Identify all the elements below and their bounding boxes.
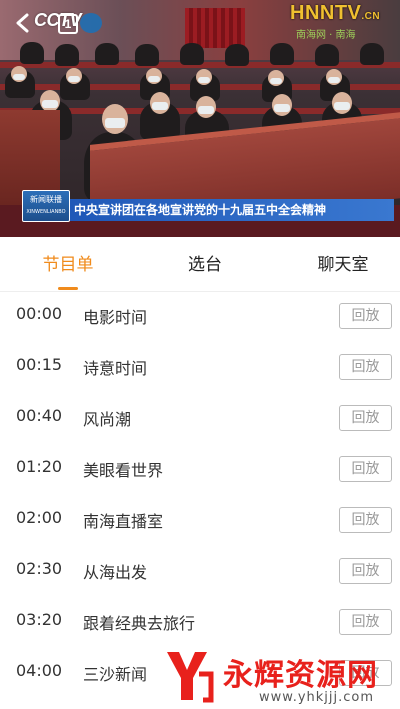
news-caption: 中央宣讲团在各地宣讲党的十九届五中全会精神 xyxy=(70,199,394,221)
channel-number: 1 xyxy=(58,14,78,34)
schedule-item[interactable]: 03:20 跟着经典去旅行 回放 xyxy=(0,597,400,648)
replay-button[interactable]: 回放 xyxy=(339,303,392,329)
schedule-title: 美眼看世界 xyxy=(83,461,164,480)
replay-button[interactable]: 回放 xyxy=(339,507,392,533)
site-watermark: 永辉资源网 www.yhkjjj.com xyxy=(163,648,400,709)
schedule-item[interactable]: 00:00 电影时间 回放 xyxy=(0,291,400,342)
replay-button[interactable]: 回放 xyxy=(339,609,392,635)
schedule-item[interactable]: 02:30 从海出发 回放 xyxy=(0,546,400,597)
schedule-title: 跟着经典去旅行 xyxy=(83,614,196,633)
schedule-title: 南海直播室 xyxy=(83,512,164,531)
schedule-item[interactable]: 02:00 南海直播室 回放 xyxy=(0,495,400,546)
program-logo: 新闻联播 XINWENLIANBO xyxy=(22,190,70,222)
video-player[interactable]: CCTV 1 HNNTV.CN 南海网 · 南海 新闻联播 XINWENLIAN… xyxy=(0,0,400,237)
watermark-url: www.yhkjjj.com xyxy=(259,690,375,705)
schedule-time: 01:20 xyxy=(16,457,63,476)
station-subtitle: 南海网 · 南海 xyxy=(296,30,356,41)
watermark-text: 永辉资源网 xyxy=(223,658,378,693)
program-logo-sub: XINWENLIANBO xyxy=(26,209,66,215)
replay-button[interactable]: 回放 xyxy=(339,558,392,584)
schedule-time: 02:30 xyxy=(16,559,63,578)
replay-button[interactable]: 回放 xyxy=(339,405,392,431)
schedule-item[interactable]: 00:15 诗意时间 回放 xyxy=(0,342,400,393)
chevron-left-icon[interactable] xyxy=(12,12,34,34)
schedule-title: 从海出发 xyxy=(83,563,148,582)
replay-button[interactable]: 回放 xyxy=(339,456,392,482)
schedule-time: 02:00 xyxy=(16,508,63,527)
station-logo: HNNTV.CN xyxy=(290,2,380,25)
tab-active-indicator xyxy=(58,287,78,290)
schedule-title: 诗意时间 xyxy=(83,359,148,378)
schedule-item[interactable]: 01:20 美眼看世界 回放 xyxy=(0,444,400,495)
schedule-time: 00:00 xyxy=(16,304,63,323)
tab-chatroom[interactable]: 聊天室 xyxy=(293,237,393,291)
schedule-time: 04:00 xyxy=(16,661,63,680)
schedule-title: 风尚潮 xyxy=(83,410,132,429)
schedule-time: 00:15 xyxy=(16,355,63,374)
schedule-item[interactable]: 00:40 风尚潮 回放 xyxy=(0,393,400,444)
watermark-logo-icon xyxy=(167,652,214,703)
schedule-time: 00:40 xyxy=(16,406,63,425)
tab-schedule[interactable]: 节目单 xyxy=(18,237,118,291)
tab-bar: 节目单 选台 聊天室 xyxy=(0,237,400,292)
schedule-title: 三沙新闻 xyxy=(83,665,148,684)
program-logo-text: 新闻联播 xyxy=(30,195,62,204)
channel-emblem-icon xyxy=(80,13,102,33)
station-logo-suffix: .CN xyxy=(361,11,381,22)
schedule-title: 电影时间 xyxy=(83,308,148,327)
station-logo-text: HNNTV xyxy=(290,2,362,24)
tab-channels[interactable]: 选台 xyxy=(155,237,255,291)
replay-button[interactable]: 回放 xyxy=(339,354,392,380)
schedule-time: 03:20 xyxy=(16,610,63,629)
